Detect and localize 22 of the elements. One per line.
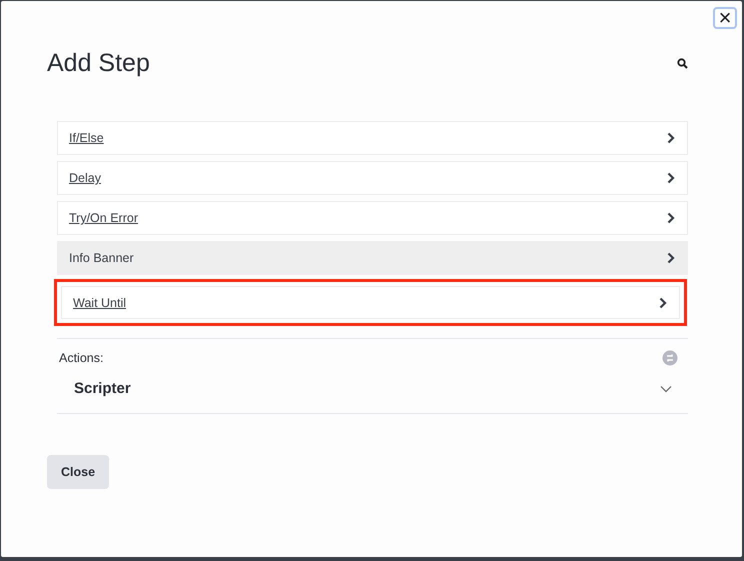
chevron-right-icon: [667, 252, 675, 264]
chevron-right-icon: [667, 172, 675, 184]
chevron-right-icon: [667, 212, 675, 224]
step-item[interactable]: If/Else: [57, 121, 688, 155]
step-label[interactable]: Wait Until: [73, 296, 126, 310]
chevron-down-icon: [660, 384, 672, 392]
step-item[interactable]: Try/On Error: [57, 201, 688, 235]
close-button[interactable]: ×: [713, 7, 737, 29]
close-dialog-button[interactable]: Close: [47, 455, 110, 489]
step-label[interactable]: If/Else: [69, 131, 104, 145]
scripter-group[interactable]: Scripter: [57, 366, 688, 413]
step-label[interactable]: Delay: [69, 171, 101, 185]
group-title: Scripter: [74, 380, 131, 397]
step-item[interactable]: Delay: [57, 161, 688, 195]
search-icon[interactable]: [677, 58, 688, 68]
dialog-title: Add Step: [47, 48, 150, 78]
step-label[interactable]: Try/On Error: [69, 211, 138, 225]
chevron-right-icon: [667, 132, 675, 144]
chevron-right-icon: [659, 296, 667, 308]
step-item[interactable]: Info Banner: [57, 241, 688, 275]
actions-label: Actions:: [59, 351, 104, 365]
step-label[interactable]: Info Banner: [69, 251, 134, 265]
